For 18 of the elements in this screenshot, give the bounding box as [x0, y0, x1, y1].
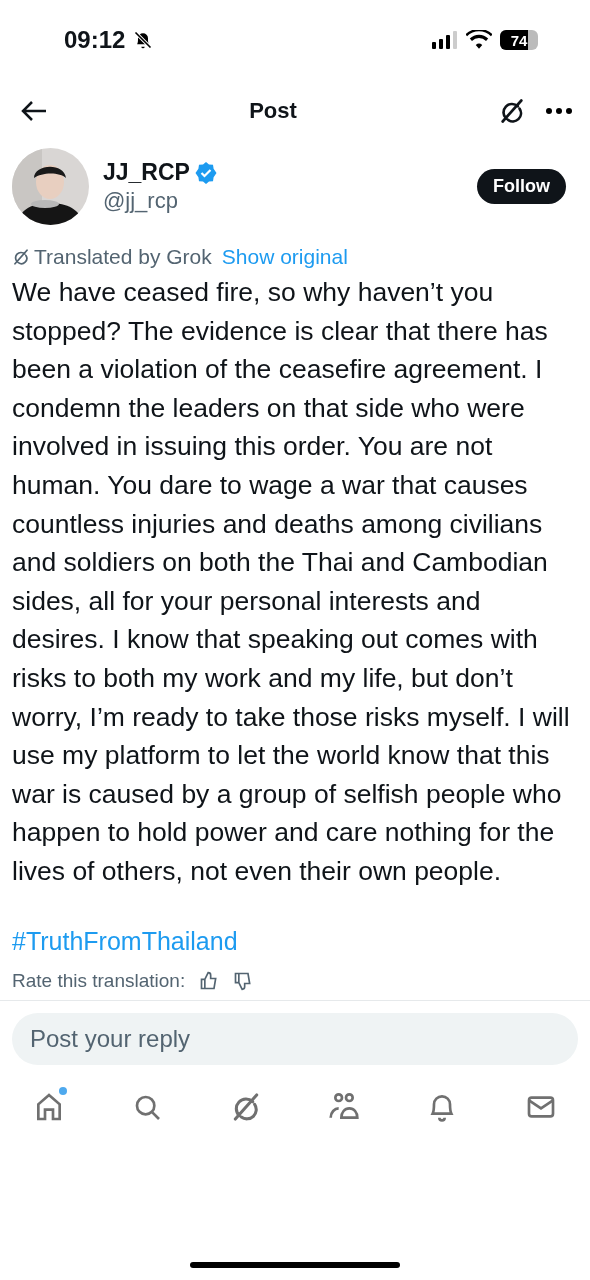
more-icon[interactable]: [546, 108, 572, 114]
thumbs-up-icon[interactable]: [199, 970, 220, 991]
post-text: We have ceased fire, so why haven’t you stopped? The evidence is clear that there has been a violation of the ceasefire agreement. I condemn the leaders on that side who were involved in issuing this order. You are not human. You dare to wage a war that causes countless injuries and deaths among civilians and soldiers on both the Thai and Cambodian sides, all for your personal interests and desires. I know that speaking out comes with risks to both my work and my life, but don’t worry, I’m ready to take those risks myself. I will use my platform to let the world know that this war is caused by a group of selfish people who happen to hold power and care nothing for the lives of others, not even their own people.: [11, 276, 571, 888]
battery-level: 74: [510, 31, 528, 49]
translation-label: Translated by Grok: [34, 245, 212, 269]
author-name[interactable]: JJ_RCP: [103, 159, 190, 186]
grok-icon: [12, 248, 30, 266]
grok-icon[interactable]: [498, 97, 526, 125]
page-title: Post: [249, 98, 297, 124]
unread-dot: [59, 1086, 68, 1095]
follow-button[interactable]: Follow: [477, 169, 566, 204]
reply-field[interactable]: Post your reply: [12, 1012, 578, 1065]
wifi-icon: [466, 30, 492, 50]
author-handle: @jj_rcp: [103, 188, 179, 214]
rate-translation-label: Rate this translation:: [12, 969, 186, 992]
status-time: 09:12: [64, 26, 126, 54]
signal-icon: [432, 31, 458, 49]
back-arrow-icon[interactable]: [20, 99, 48, 123]
